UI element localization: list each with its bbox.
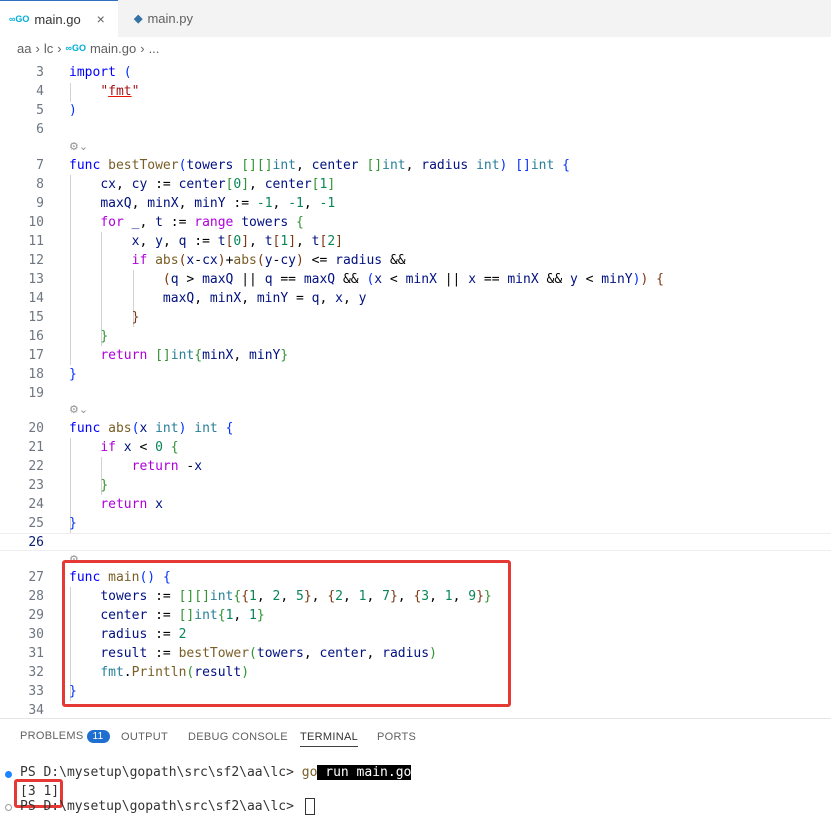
tab-debug-console[interactable]: DEBUG CONSOLE [188,731,288,743]
code-line: return -x [131,459,203,474]
line-number: 18 [28,367,44,382]
code-line: return x [100,497,163,512]
line-number: 6 [36,122,44,137]
terminal-command-args: run main.go [317,765,412,780]
code-line: } [100,329,109,344]
line-number: 19 [28,386,44,401]
line-number: 29 [28,608,44,623]
line-number: 14 [28,291,44,306]
command-pending-dot-icon [5,804,12,811]
line-number: 5 [36,103,44,118]
chevron-right-icon: › [57,40,62,56]
line-number: 27 [28,570,44,585]
current-line-highlight [0,533,831,551]
line-number: 22 [28,459,44,474]
code-line: func abs(x int) int { [69,421,234,436]
code-line: func bestTower(towers [][]int, center []… [69,158,570,173]
highlight-box-main-function [62,560,511,707]
code-line: (q > maxQ || q == maxQ && (x < minX || x… [162,272,664,287]
line-number: 11 [28,234,44,249]
tab-problems[interactable]: PROBLEMS 11 [20,730,110,743]
line-number: 23 [28,478,44,493]
tab-ports[interactable]: PORTS [377,731,416,743]
bottom-panel: PROBLEMS 11 OUTPUT DEBUG CONSOLE TERMINAL… [0,718,831,830]
line-number: 16 [28,329,44,344]
code-line: } [69,367,77,382]
code-line: for _, t := range towers { [100,215,304,230]
line-number: 15 [28,310,44,325]
breadcrumb-folder-lc[interactable]: lc [44,41,53,56]
line-number: 7 [36,158,44,173]
breadcrumb: aa › lc › ∞GO main.go › ... [0,37,831,59]
line-number: 32 [28,665,44,680]
code-line: "fmt" [100,84,140,99]
terminal-line-prompt[interactable]: PS D:\mysetup\gopath\src\sf2\aa\lc> [20,798,315,815]
code-line: if abs(x-cx)+abs(y-cy) <= radius && [131,253,406,268]
terminal-prompt: PS D:\mysetup\gopath\src\sf2\aa\lc> [20,799,302,814]
code-line: cx, cy := center[0], center[1] [100,177,336,192]
tab-main-go[interactable]: ∞GO main.go × [0,0,118,37]
command-success-dot-icon [5,771,12,778]
tab-output[interactable]: OUTPUT [121,731,168,743]
problems-count-badge: 11 [86,730,110,743]
terminal-cursor [304,798,315,815]
line-number: 3 [36,65,44,80]
go-icon: ∞GO [9,14,30,24]
code-line: return []int{minX, minY} [100,348,289,363]
code-line: } [100,478,109,493]
close-icon[interactable]: × [97,11,105,27]
terminal-prompt: PS D:\mysetup\gopath\src\sf2\aa\lc> [20,765,302,780]
tab-label: main.py [147,11,193,26]
code-editor[interactable]: 3 4 5 6 7 8 9 10 11 12 13 14 15 16 17 18… [0,59,831,718]
terminal-command-go: go [301,765,318,780]
breadcrumb-file[interactable]: main.go [90,41,136,56]
line-number: 28 [28,589,44,604]
line-number: 9 [36,196,44,211]
line-number: 21 [28,440,44,455]
line-number: 10 [28,215,44,230]
panel-tab-bar: PROBLEMS 11 OUTPUT DEBUG CONSOLE TERMINAL… [0,719,831,755]
line-number: 17 [28,348,44,363]
code-line: x, y, q := t[0], t[1], t[2] [131,234,343,249]
line-number: 25 [28,516,44,531]
line-number: 33 [28,684,44,699]
chevron-right-icon: › [35,40,40,56]
code-line: maxQ, minX, minY := -1, -1, -1 [100,196,336,211]
line-number: 26 [28,535,44,550]
terminal-line-command: PS D:\mysetup\gopath\src\sf2\aa\lc> go r… [20,765,412,780]
line-number: 13 [28,272,44,287]
tab-terminal[interactable]: TERMINAL [300,731,359,747]
line-number: 12 [28,253,44,268]
breadcrumb-folder-aa[interactable]: aa [17,41,31,56]
code-line: import ( [69,65,132,80]
code-line: ) [69,103,77,118]
line-number: 4 [36,84,44,99]
code-line: } [131,310,140,325]
tab-main-py[interactable]: ◆ main.py [118,0,236,37]
line-number: 31 [28,646,44,661]
editor-tab-bar: ∞GO main.go × ◆ main.py [0,0,831,37]
line-number: 30 [28,627,44,642]
line-number: 8 [36,177,44,192]
codelens-icon[interactable]: ⚙⌄ [69,403,88,416]
code-line: } [69,516,77,531]
codelens-icon[interactable]: ⚙⌄ [69,140,88,153]
code-line: maxQ, minX, minY = q, x, y [162,291,367,306]
tab-label: main.go [34,11,81,27]
chevron-right-icon: › [140,40,145,56]
go-icon: ∞GO [65,43,86,53]
line-number: 24 [28,497,44,512]
code-line: if x < 0 { [100,440,179,455]
line-number: 34 [28,703,44,718]
python-icon: ◆ [134,13,143,25]
line-number: 20 [28,421,44,436]
breadcrumb-more[interactable]: ... [149,41,160,56]
